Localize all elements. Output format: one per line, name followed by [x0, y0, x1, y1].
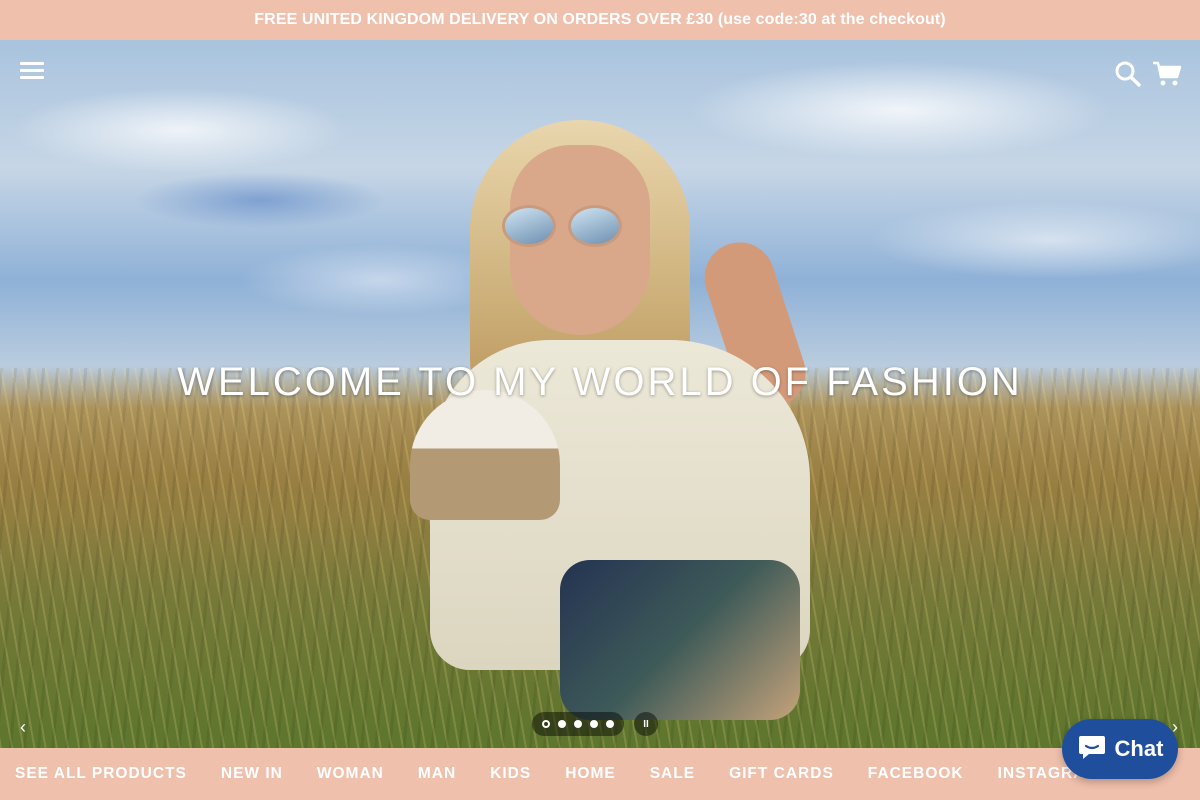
slide-dot-1[interactable] — [542, 720, 550, 728]
announcement-bar: FREE UNITED KINGDOM DELIVERY ON ORDERS O… — [0, 0, 1200, 40]
slide-dot-4[interactable] — [590, 720, 598, 728]
nav-item-facebook[interactable]: FACEBOOK — [868, 765, 964, 783]
announcement-text: FREE UNITED KINGDOM DELIVERY ON ORDERS O… — [254, 11, 946, 28]
slideshow-pause-button[interactable]: II — [634, 712, 658, 736]
hero-slideshow: WELCOME TO MY WORLD OF FASHION ‹ › II — [0, 40, 1200, 748]
nav-item-kids[interactable]: KIDS — [490, 765, 531, 783]
slide-prev-arrow-icon[interactable]: ‹ — [12, 716, 34, 738]
slide-dot-2[interactable] — [558, 720, 566, 728]
nav-item-sale[interactable]: SALE — [650, 765, 695, 783]
slide-dot-5[interactable] — [606, 720, 614, 728]
hero-model-image — [410, 100, 830, 720]
hero-title: WELCOME TO MY WORLD OF FASHION — [177, 360, 1023, 404]
nav-item-man[interactable]: MAN — [418, 765, 456, 783]
nav-item-home[interactable]: HOME — [565, 765, 616, 783]
menu-icon[interactable] — [20, 62, 44, 82]
chat-bubble-icon — [1077, 733, 1107, 766]
cart-icon[interactable] — [1152, 60, 1182, 88]
chat-button[interactable]: Chat — [1062, 719, 1178, 779]
slide-dot-3[interactable] — [574, 720, 582, 728]
nav-item-gift-cards[interactable]: GIFT CARDS — [729, 765, 834, 783]
search-icon[interactable] — [1114, 60, 1142, 88]
chat-label: Chat — [1114, 736, 1164, 761]
nav-item-new-in[interactable]: NEW IN — [221, 765, 283, 783]
bottom-navigation: SEE ALL PRODUCTS NEW IN WOMAN MAN KIDS H… — [0, 748, 1200, 800]
slide-dots — [532, 712, 624, 736]
nav-item-woman[interactable]: WOMAN — [317, 765, 384, 783]
nav-item-see-all-products[interactable]: SEE ALL PRODUCTS — [15, 765, 187, 783]
